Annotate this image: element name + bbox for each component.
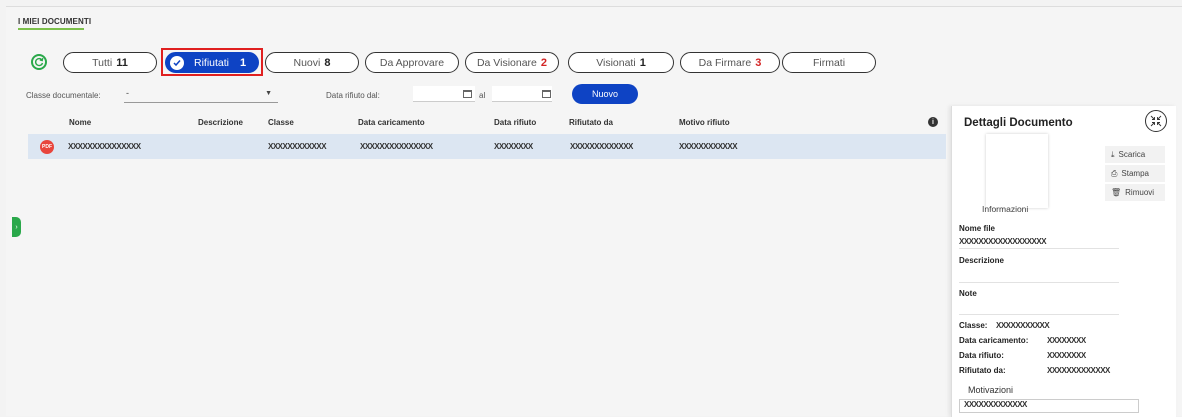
classe-select[interactable]: - ▼ (124, 88, 278, 103)
download-label: Scarica (1118, 150, 1146, 159)
check-icon (170, 55, 184, 70)
tab-label: Nuovi (293, 56, 321, 69)
section-underline (18, 28, 84, 30)
tab-count: 3 (755, 56, 762, 69)
data-rifiuto-detail-label: Data rifiuto: (959, 351, 1004, 360)
tab-label: Firmati (812, 56, 846, 69)
tab-label: Tutti (92, 56, 113, 69)
tab-label: Visionati (596, 56, 636, 69)
cell-classe: XXXXXXXXXXXX (268, 142, 327, 151)
cell-data-rifiuto: XXXXXXXX (494, 142, 533, 151)
divider (959, 282, 1119, 283)
nome-file-label: Nome file (959, 224, 996, 233)
cell-rifiutato-da: XXXXXXXXXXXXX (570, 142, 633, 151)
cell-nome: XXXXXXXXXXXXXXX (68, 142, 141, 151)
collapse-icon[interactable] (1145, 110, 1167, 132)
column-header[interactable]: Rifiutato da (569, 118, 613, 127)
tab-label: Da Firmare (698, 56, 752, 69)
pdf-icon: PDF (40, 140, 54, 154)
tab-da-visionare[interactable]: Da Visionare 2 (465, 52, 559, 73)
remove-button[interactable]: 🗑 Rimuovi (1105, 184, 1165, 201)
column-header[interactable]: Motivo rifiuto (679, 118, 730, 127)
download-icon: ⤓ (1111, 149, 1115, 159)
tab-da-approvare[interactable]: Da Approvare (365, 52, 459, 73)
chevron-down-icon: ▼ (265, 90, 272, 97)
tab-visionati[interactable]: Visionati 1 (568, 52, 674, 73)
cell-motivo: XXXXXXXXXXXX (679, 142, 738, 151)
divider (959, 314, 1119, 315)
tab-label: Da Approvare (379, 56, 445, 69)
refresh-icon[interactable] (31, 54, 47, 70)
tab-rifiutati[interactable]: Rifiutati 1 (165, 52, 259, 73)
documents-page: I MIEI DOCUMENTI Tutti 11 Rifiutati 1 Nuo… (6, 6, 1182, 417)
tab-count: 8 (324, 56, 331, 69)
descrizione-label: Descrizione (959, 256, 1004, 265)
cell-data-caricamento: XXXXXXXXXXXXXXX (360, 142, 433, 151)
motivazioni-value: XXXXXXXXXXXXX (959, 399, 1139, 413)
tab-nuovi[interactable]: Nuovi 8 (265, 52, 359, 73)
tab-da-firmare[interactable]: Da Firmare 3 (680, 52, 780, 73)
print-button[interactable]: ⎙ Stampa (1105, 165, 1165, 182)
document-preview[interactable] (986, 134, 1048, 208)
tab-label: Rifiutati (194, 56, 230, 69)
expand-sidebar-tab[interactable]: › (12, 217, 21, 237)
trash-icon: 🗑 (1111, 188, 1122, 197)
info-icon[interactable]: i (928, 117, 938, 127)
column-header[interactable]: Data caricamento (358, 118, 425, 127)
classe-value: - (126, 88, 129, 98)
calendar-icon[interactable] (542, 90, 551, 98)
column-header[interactable]: Classe (268, 118, 294, 127)
classe-detail-value: XXXXXXXXXXX (996, 321, 1050, 330)
document-details-panel: Dettagli Documento Informazioni ⤓ Scarica… (951, 106, 1176, 417)
tab-count: 1 (239, 56, 247, 69)
print-label: Stampa (1121, 169, 1149, 178)
column-header[interactable]: Descrizione (198, 118, 243, 127)
note-label: Note (959, 289, 977, 298)
data-rifiuto-detail-value: XXXXXXXX (1047, 351, 1086, 360)
data-caricamento-label: Data caricamento: (959, 336, 1029, 345)
table-row[interactable] (28, 134, 946, 159)
nuovo-button[interactable]: Nuovo (572, 84, 638, 104)
nome-file-value: XXXXXXXXXXXXXXXXXX (959, 237, 1047, 246)
al-label: al (479, 91, 486, 100)
tab-tutti[interactable]: Tutti 11 (63, 52, 157, 73)
data-rifiuto-label: Data rifiuto dal: (326, 91, 380, 100)
data-caricamento-value: XXXXXXXX (1047, 336, 1086, 345)
tab-count: 2 (540, 56, 548, 69)
panel-title: Dettagli Documento (964, 117, 1073, 129)
classe-detail-label: Classe: (959, 321, 988, 330)
tab-count: 11 (116, 56, 128, 69)
tab-firmati[interactable]: Firmati (782, 52, 876, 73)
tab-label: Da Visionare (476, 56, 537, 69)
column-header[interactable]: Data rifiuto (494, 118, 536, 127)
rifiutato-da-value: XXXXXXXXXXXXX (1047, 366, 1110, 375)
motivazioni-label: Motivazioni (968, 385, 1014, 395)
classe-label: Classe documentale: (26, 91, 101, 100)
tab-informazioni[interactable]: Informazioni (982, 204, 1028, 214)
calendar-icon[interactable] (463, 90, 472, 98)
printer-icon: ⎙ (1111, 168, 1118, 178)
remove-label: Rimuovi (1125, 188, 1155, 197)
tab-count: 1 (639, 56, 646, 69)
download-button[interactable]: ⤓ Scarica (1105, 146, 1165, 163)
rifiutato-da-label: Rifiutato da: (959, 366, 1006, 375)
section-title: I MIEI DOCUMENTI (18, 17, 92, 26)
column-header[interactable]: Nome (69, 118, 91, 127)
divider (959, 248, 1119, 249)
